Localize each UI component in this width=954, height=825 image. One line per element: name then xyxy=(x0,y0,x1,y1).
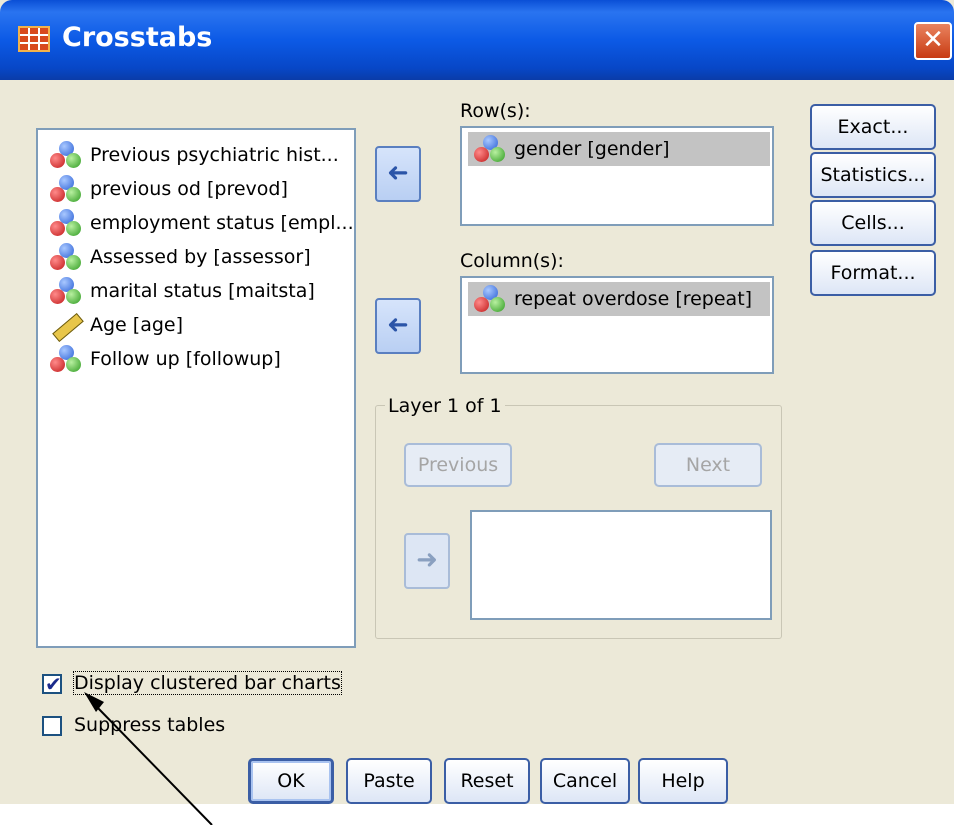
previous-button[interactable]: Previous xyxy=(404,443,512,487)
format-button[interactable]: Format... xyxy=(810,250,936,296)
check-icon: ✔ xyxy=(45,672,62,696)
help-button[interactable]: Help xyxy=(638,758,728,804)
cells-button[interactable]: Cells... xyxy=(810,200,936,246)
list-item[interactable]: gender [gender] xyxy=(474,132,670,166)
clustered-bar-charts-label[interactable]: Display clustered bar charts xyxy=(73,671,342,695)
nominal-variable-icon xyxy=(474,285,506,313)
suppress-tables-label[interactable]: Suppress tables xyxy=(74,714,225,736)
next-button[interactable]: Next xyxy=(654,443,762,487)
window-title: Crosstabs xyxy=(62,22,213,53)
scale-ruler-icon xyxy=(50,311,82,339)
list-item[interactable]: employment status [empl... xyxy=(50,206,354,240)
crosstabs-table-icon xyxy=(18,26,50,52)
cancel-button[interactable]: Cancel xyxy=(540,758,630,804)
nominal-variable-icon xyxy=(50,277,82,305)
rows-label: Row(s): xyxy=(460,100,531,122)
arrow-left-icon: ➜ xyxy=(387,158,409,188)
variable-label: employment status [empl... xyxy=(90,212,354,234)
nominal-variable-icon xyxy=(474,135,506,163)
arrow-left-icon: ➜ xyxy=(387,310,409,340)
paste-button[interactable]: Paste xyxy=(346,758,432,804)
nominal-variable-icon xyxy=(50,243,82,271)
variable-label: Assessed by [assessor] xyxy=(90,246,311,268)
nominal-variable-icon xyxy=(50,175,82,203)
layer-list[interactable] xyxy=(470,510,772,620)
exact-button[interactable]: Exact... xyxy=(810,104,936,150)
list-item[interactable]: marital status [maitsta] xyxy=(50,274,315,308)
move-to-layer-button[interactable]: ➜ xyxy=(404,533,450,589)
close-button[interactable]: ✕ xyxy=(914,22,952,60)
arrow-right-icon: ➜ xyxy=(416,545,438,575)
ok-button[interactable]: OK xyxy=(248,758,334,804)
variable-label: marital status [maitsta] xyxy=(90,280,315,302)
suppress-tables-checkbox[interactable] xyxy=(42,716,62,736)
row-variable-label: gender [gender] xyxy=(514,138,670,160)
variable-list[interactable]: Previous psychiatric hist... previous od… xyxy=(36,128,356,648)
move-to-rows-button[interactable]: ➜ xyxy=(375,146,421,202)
title-bar[interactable]: Crosstabs ✕ xyxy=(0,0,954,80)
variable-label: previous od [prevod] xyxy=(90,178,288,200)
list-item[interactable]: Age [age] xyxy=(50,308,183,342)
list-item[interactable]: Follow up [followup] xyxy=(50,342,281,376)
list-item[interactable]: repeat overdose [repeat] xyxy=(474,282,752,316)
variable-label: Age [age] xyxy=(90,314,184,336)
list-item[interactable]: Assessed by [assessor] xyxy=(50,240,311,274)
rows-list[interactable]: gender [gender] xyxy=(460,126,774,226)
nominal-variable-icon xyxy=(50,141,82,169)
nominal-variable-icon xyxy=(50,345,82,373)
list-item[interactable]: previous od [prevod] xyxy=(50,172,288,206)
move-to-columns-button[interactable]: ➜ xyxy=(375,298,421,354)
clustered-bar-charts-checkbox[interactable]: ✔ xyxy=(42,672,62,696)
variable-label: Previous psychiatric hist... xyxy=(90,144,339,166)
layer-label: Layer 1 of 1 xyxy=(385,395,505,417)
statistics-button[interactable]: Statistics... xyxy=(810,152,936,198)
list-item[interactable]: Previous psychiatric hist... xyxy=(50,138,339,172)
variable-label: Follow up [followup] xyxy=(90,348,281,370)
reset-button[interactable]: Reset xyxy=(444,758,530,804)
nominal-variable-icon xyxy=(50,209,82,237)
crosstabs-dialog: Crosstabs ✕ Previous psychiatric hist...… xyxy=(0,0,954,804)
columns-label: Column(s): xyxy=(460,250,564,272)
column-variable-label: repeat overdose [repeat] xyxy=(514,288,753,310)
columns-list[interactable]: repeat overdose [repeat] xyxy=(460,276,774,374)
